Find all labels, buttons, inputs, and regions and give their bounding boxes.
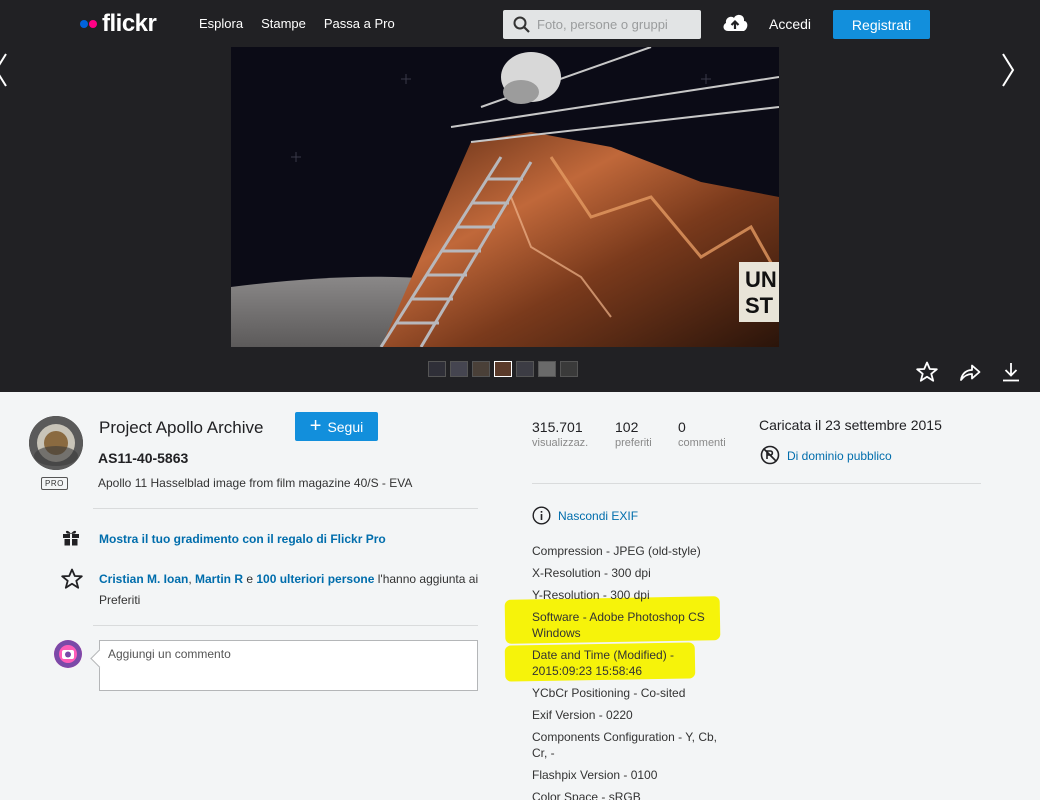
share-icon[interactable]	[959, 361, 981, 388]
owner-name[interactable]: Project Apollo Archive	[99, 418, 263, 438]
follow-button[interactable]: + Segui	[295, 412, 378, 441]
main-nav: Esplora Stampe Passa a Pro	[199, 16, 395, 31]
views-stat: 315.701 visualizzaz.	[532, 419, 588, 449]
thumbnail[interactable]	[516, 361, 534, 377]
exif-row: Flashpix Version - 0100	[532, 768, 658, 782]
photo-stage: UN ST	[0, 47, 1040, 392]
photostream-thumbnails	[428, 361, 578, 377]
gift-icon	[62, 528, 80, 551]
fave-separator: e	[243, 572, 257, 586]
upload-date: Caricata il 23 settembre 2015	[759, 417, 942, 433]
photo-artwork: UN ST	[231, 47, 779, 347]
faves-label: preferiti	[615, 437, 652, 449]
search-box	[503, 10, 701, 39]
thumbnail[interactable]	[560, 361, 578, 377]
flickr-logo[interactable]: flickr	[80, 10, 157, 38]
nav-get-pro[interactable]: Passa a Pro	[324, 16, 395, 31]
svg-text:ST: ST	[745, 293, 774, 318]
views-label: visualizzaz.	[532, 437, 589, 449]
exif-row: Software - Adobe Photoshop CS Windows	[532, 610, 705, 640]
faves-stat: 102 preferiti	[615, 419, 652, 449]
photo-title: AS11-40-5863	[98, 450, 189, 466]
logo-pink-dot	[89, 20, 97, 28]
previous-photo-icon[interactable]	[0, 52, 8, 93]
signup-button[interactable]: Registrati	[833, 10, 930, 39]
top-navigation-bar: flickr Esplora Stampe Passa a Pro Accedi…	[0, 0, 1040, 47]
logo-text: flickr	[102, 10, 157, 37]
fave-separator: ,	[188, 572, 196, 586]
public-domain-icon	[760, 445, 780, 470]
views-count: 315.701	[532, 419, 583, 435]
nav-prints[interactable]: Stampe	[261, 16, 306, 31]
current-user-avatar	[54, 640, 82, 668]
follow-label: Segui	[327, 418, 364, 435]
download-icon[interactable]	[1001, 361, 1021, 388]
license-link[interactable]: Di dominio pubblico	[787, 449, 892, 463]
svg-text:UN: UN	[745, 267, 777, 292]
photo-description: Apollo 11 Hasselblad image from film mag…	[98, 476, 413, 490]
comment-box	[99, 640, 478, 691]
exif-row: Y-Resolution - 300 dpi	[532, 588, 650, 602]
fave-user-link[interactable]: Martin R	[195, 572, 243, 586]
thumbnail[interactable]	[538, 361, 556, 377]
plus-icon: +	[309, 414, 322, 437]
info-icon[interactable]	[532, 506, 551, 530]
thumbnail[interactable]	[472, 361, 490, 377]
favorites-star-icon	[61, 568, 83, 595]
thumbnail-active[interactable]	[494, 361, 512, 377]
comments-stat: 0 commenti	[678, 419, 726, 449]
fave-star-icon[interactable]	[916, 361, 938, 388]
comments-label: commenti	[678, 437, 726, 449]
fave-user-link[interactable]: Cristian M. Ioan	[99, 572, 188, 586]
exif-row: Exif Version - 0220	[532, 708, 633, 722]
divider	[532, 483, 981, 484]
comments-count: 0	[678, 419, 686, 435]
divider	[93, 625, 478, 626]
exif-list: Compression - JPEG (old-style) X-Resolut…	[532, 543, 727, 800]
search-input[interactable]	[537, 10, 697, 39]
search-icon[interactable]	[513, 16, 530, 38]
logo-blue-dot	[80, 20, 88, 28]
thumbnail[interactable]	[428, 361, 446, 377]
exif-row: Color Space - sRGB	[532, 790, 641, 800]
nav-explore[interactable]: Esplora	[199, 16, 243, 31]
hide-exif-link[interactable]: Nascondi EXIF	[558, 509, 638, 523]
exif-row: X-Resolution - 300 dpi	[532, 566, 651, 580]
comment-input[interactable]	[108, 647, 468, 685]
login-link[interactable]: Accedi	[769, 16, 811, 32]
next-photo-icon[interactable]	[1001, 52, 1015, 93]
more-faves-link[interactable]: 100 ulteriori persone	[256, 572, 374, 586]
faves-count: 102	[615, 419, 639, 435]
pro-badge: PRO	[41, 477, 68, 490]
exif-row: Date and Time (Modified) - 2015:09:23 15…	[532, 648, 675, 678]
exif-row: YCbCr Positioning - Co-sited	[532, 686, 686, 700]
favorites-summary: Cristian M. Ioan, Martin R e 100 ulterio…	[99, 569, 489, 611]
upload-cloud-icon[interactable]	[721, 12, 749, 39]
flickr-pro-gift-link[interactable]: Mostra il tuo gradimento con il regalo d…	[99, 532, 386, 546]
exif-row: Compression - JPEG (old-style)	[532, 544, 701, 558]
main-photo[interactable]: UN ST	[231, 47, 779, 347]
divider	[93, 508, 478, 509]
owner-avatar[interactable]	[29, 416, 83, 470]
thumbnail[interactable]	[450, 361, 468, 377]
exif-row: Components Configuration - Y, Cb, Cr, -	[532, 730, 717, 760]
